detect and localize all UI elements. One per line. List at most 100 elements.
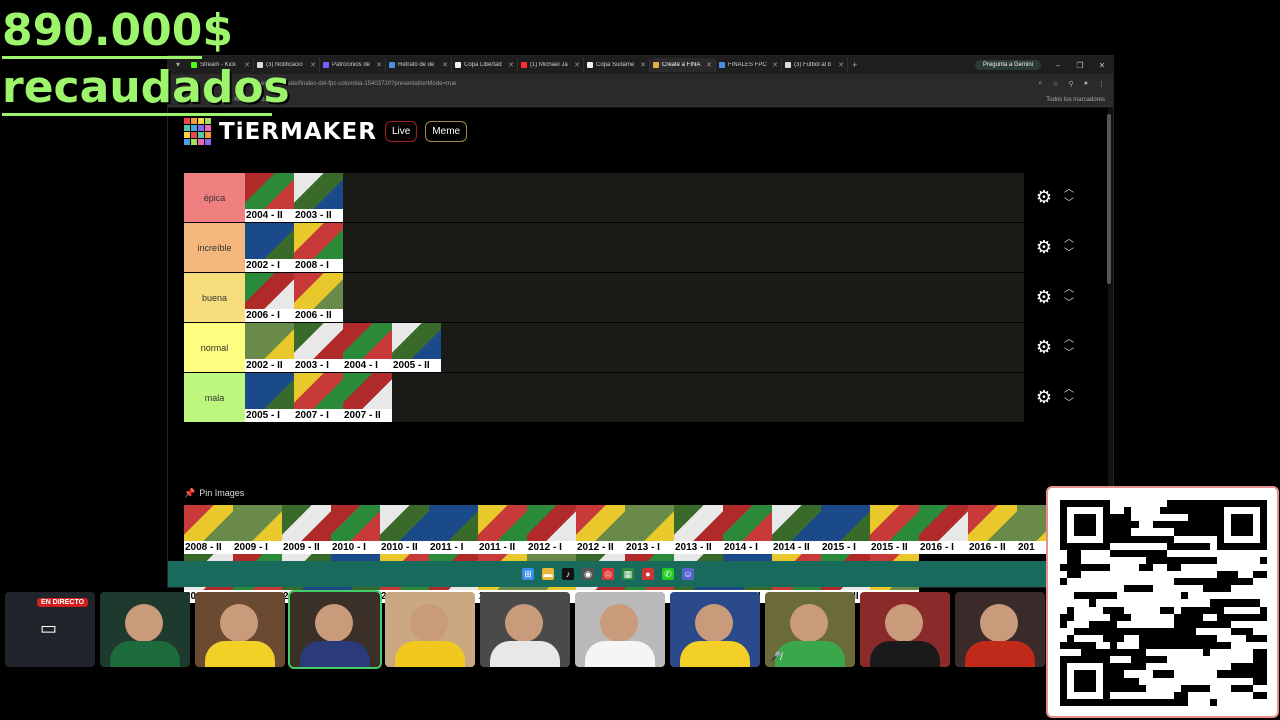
start-icon[interactable]: ⊞	[522, 568, 534, 580]
tier-card[interactable]: 2008 - I	[294, 223, 343, 272]
chevron-down-icon[interactable]: ﹀	[1064, 247, 1074, 261]
tier-card[interactable]: 2005 - II	[392, 323, 441, 372]
chevron-down-icon[interactable]: ﹀	[1064, 397, 1074, 411]
gear-icon[interactable]: ⚙	[1036, 387, 1052, 408]
tier-label[interactable]: épica	[184, 173, 245, 222]
tier-card[interactable]: 2004 - II	[245, 173, 294, 222]
tab-close-icon[interactable]: ✕	[376, 61, 382, 69]
live-button[interactable]: Live	[384, 121, 418, 142]
discord-icon[interactable]: ☺	[682, 568, 694, 580]
whatsapp-icon[interactable]: ✆	[662, 568, 674, 580]
tab-close-icon[interactable]: ✕	[838, 61, 844, 69]
gear-icon[interactable]: ⚙	[1036, 237, 1052, 258]
browser-tab[interactable]: Create a FINA ✕	[650, 58, 716, 72]
scrollbar[interactable]	[1107, 114, 1111, 284]
tier-label[interactable]: buena	[184, 273, 245, 322]
tier-card[interactable]: 2015 - I	[821, 505, 870, 554]
bookmark-star-icon[interactable]: ☆	[1052, 80, 1058, 88]
webcam-tile[interactable]	[480, 592, 570, 667]
tier-card[interactable]: 2011 - I	[429, 505, 478, 554]
tier-card[interactable]: 2007 - I	[294, 373, 343, 422]
webcam-tile[interactable]	[575, 592, 665, 667]
tab-close-icon[interactable]: ✕	[706, 61, 712, 69]
chevron-down-icon[interactable]: ﹀	[1064, 347, 1074, 361]
browser-tab[interactable]: FINALES FPC ✕	[716, 58, 782, 72]
close-icon[interactable]: ✕	[1091, 61, 1113, 70]
tier-card[interactable]: 2002 - I	[245, 223, 294, 272]
tier-card[interactable]: 2009 - I	[233, 505, 282, 554]
browser-tab[interactable]: Copa Sudame ✕	[584, 58, 650, 72]
chevron-down-icon[interactable]: ﹀	[1064, 197, 1074, 211]
tab-close-icon[interactable]: ✕	[772, 61, 778, 69]
tab-close-icon[interactable]: ✕	[442, 61, 448, 69]
tier-label[interactable]: increíble	[184, 223, 245, 272]
tier-label[interactable]: mala	[184, 373, 245, 422]
chevron-down-icon[interactable]: ﹀	[1064, 297, 1074, 311]
tier-card[interactable]: 2008 - II	[184, 505, 233, 554]
tier-card[interactable]: 2016 - II	[968, 505, 1017, 554]
chevron-up-icon[interactable]: ︿	[1064, 283, 1074, 297]
browser-tab[interactable]: Copa Libertad ✕	[452, 58, 518, 72]
excel-icon[interactable]: ▦	[622, 568, 634, 580]
tier-card[interactable]: 2010 - I	[331, 505, 380, 554]
browser-tab[interactable]: (3) Fútbol al b ✕	[782, 58, 848, 72]
webcam-tile[interactable]	[860, 592, 950, 667]
file-explorer-icon[interactable]: ▬	[542, 568, 554, 580]
tier-card[interactable]: 2014 - I	[723, 505, 772, 554]
tier-card[interactable]: 2006 - II	[294, 273, 343, 322]
tier-card[interactable]: 2010 - II	[380, 505, 429, 554]
tiermaker-logo-icon[interactable]	[184, 118, 211, 145]
obs-icon[interactable]: ◉	[582, 568, 594, 580]
extensions-icon[interactable]: ⚲	[1069, 80, 1074, 88]
qr-code[interactable]	[1060, 500, 1267, 706]
address-bar[interactable]: ...er.com/create/finales-del-fpc-colombi…	[168, 74, 1113, 94]
zoom-icon[interactable]: ⌕	[1038, 80, 1042, 88]
tier-card[interactable]: 2004 - I	[343, 323, 392, 372]
tiktok-icon[interactable]: ♪	[562, 568, 574, 580]
tier-card[interactable]: 2006 - I	[245, 273, 294, 322]
tier-card[interactable]: 2007 - II	[343, 373, 392, 422]
tier-label[interactable]: normal	[184, 323, 245, 372]
tier-card[interactable]: 2009 - II	[282, 505, 331, 554]
tiermaker-logo[interactable]: TiERMAKER	[219, 119, 377, 145]
tier-card[interactable]: 2013 - I	[625, 505, 674, 554]
restore-icon[interactable]: ❐	[1069, 61, 1091, 70]
gemini-button[interactable]: Pregunta a Gemini	[974, 60, 1041, 70]
all-bookmarks[interactable]: Todos los marcadores	[1046, 97, 1105, 103]
chevron-up-icon[interactable]: ︿	[1064, 233, 1074, 247]
webcam-tile[interactable]: 🎤̸	[765, 592, 855, 667]
tier-card[interactable]: 2014 - II	[772, 505, 821, 554]
tier-card[interactable]: 2012 - II	[576, 505, 625, 554]
screen-share-tile[interactable]: EN DIRECTO ▭	[5, 592, 95, 667]
tab-close-icon[interactable]: ✕	[508, 61, 514, 69]
gear-icon[interactable]: ⚙	[1036, 287, 1052, 308]
gear-icon[interactable]: ⚙	[1036, 187, 1052, 208]
chrome-icon[interactable]: ◎	[602, 568, 614, 580]
tier-card[interactable]: 2012 - I	[527, 505, 576, 554]
profile-avatar-icon[interactable]: ●	[1084, 80, 1088, 88]
browser-tab[interactable]: (1) Michael Ja ✕	[518, 58, 584, 72]
webcam-tile[interactable]	[100, 592, 190, 667]
webcam-tile[interactable]	[288, 590, 382, 669]
tier-card[interactable]: 2003 - II	[294, 173, 343, 222]
webcam-tile[interactable]	[385, 592, 475, 667]
tier-card[interactable]: 2005 - I	[245, 373, 294, 422]
minimize-icon[interactable]: –	[1047, 61, 1069, 70]
browser-tab[interactable]: Retrato de de ✕	[386, 58, 452, 72]
tier-card[interactable]: 2016 - I	[919, 505, 968, 554]
webcam-tile[interactable]	[195, 592, 285, 667]
tab-close-icon[interactable]: ✕	[310, 61, 316, 69]
chevron-up-icon[interactable]: ︿	[1064, 383, 1074, 397]
tier-card[interactable]: 2011 - II	[478, 505, 527, 554]
app-icon[interactable]: ●	[642, 568, 654, 580]
tier-card[interactable]: 2003 - I	[294, 323, 343, 372]
webcam-tile[interactable]	[670, 592, 760, 667]
new-tab-icon[interactable]: +	[852, 60, 857, 70]
tier-card[interactable]: 2002 - II	[245, 323, 294, 372]
chevron-up-icon[interactable]: ︿	[1064, 183, 1074, 197]
chevron-up-icon[interactable]: ︿	[1064, 333, 1074, 347]
tab-close-icon[interactable]: ✕	[574, 61, 580, 69]
browser-tab[interactable]: Patrocinios de ✕	[320, 58, 386, 72]
tier-card[interactable]: 2013 - II	[674, 505, 723, 554]
tier-card[interactable]: 2015 - II	[870, 505, 919, 554]
